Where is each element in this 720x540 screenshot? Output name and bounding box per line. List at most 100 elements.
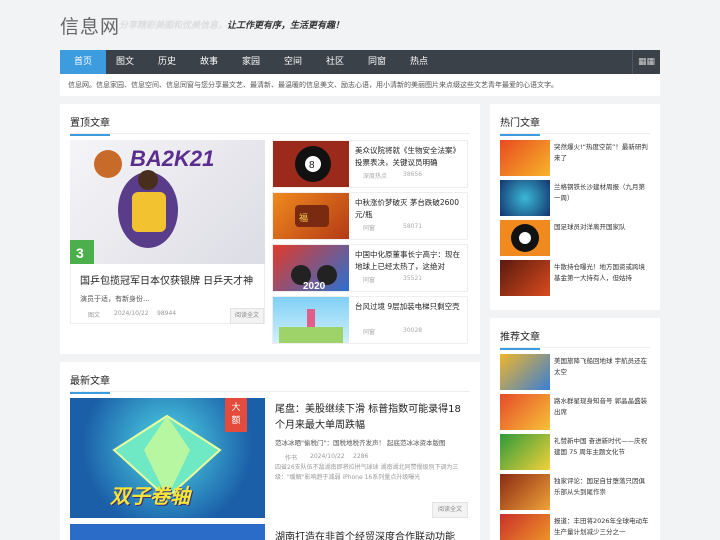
- item-thumbnail[interactable]: 2020: [273, 245, 349, 291]
- item-title[interactable]: 牛散持仓曝光！地方国资或跨境基金第一大持有人，但姑持: [554, 262, 649, 295]
- nav-item-classmates[interactable]: 同窗: [354, 50, 400, 74]
- item-thumbnail[interactable]: 8: [273, 141, 349, 187]
- latest-article-subtitle[interactable]: 范冰冰晒"偷税门"：国税地税齐发声！ 起底范冰冰资本版图: [275, 437, 475, 447]
- slogan-dark: 让工作更有序，生活更有趣！: [227, 21, 345, 31]
- list-item[interactable]: 2020 中国中化原董事长宁高宁：现在地球上已经太热了，这绝对 同窗 35521: [272, 244, 468, 292]
- item-title[interactable]: 报道：丰田将2026年全球电动车生产量计划减少三分之一: [554, 516, 649, 540]
- divider: [500, 133, 650, 134]
- latest-articles-panel: 最新文章 双子卷轴 大额 尾盘：美股继续下滑 标普指数可能录得18个月来最大单周…: [60, 362, 480, 540]
- item-title[interactable]: 中国中化原董事长宁高宁：现在地球上已经太热了，这绝对: [355, 249, 465, 273]
- item-title[interactable]: 美众议院将就《生物安全法案》投票表决，关键议员明确: [355, 145, 465, 169]
- item-category[interactable]: 同窗: [363, 275, 375, 284]
- list-item[interactable]: 台风过境 9层加装电梯只剩空壳 同窗 30028: [272, 296, 468, 344]
- feature-category[interactable]: 图文: [88, 310, 100, 319]
- list-item[interactable]: 兰格钢铁长沙建材周报（九月第一周）: [500, 180, 650, 216]
- item-title[interactable]: 美国旅降飞船回地球 宇航员还在太空: [554, 356, 649, 389]
- feature-read-more-button[interactable]: 阅读全文: [230, 308, 264, 324]
- divider: [70, 133, 470, 134]
- list-item[interactable]: 报道：丰田将2026年全球电动车生产量计划减少三分之一: [500, 514, 650, 540]
- item-thumbnail[interactable]: [500, 514, 550, 540]
- hot-articles-panel: 热门文章 突然爆火!“热度空前”！最新研判来了 兰格钢铁长沙建材周报（九月第一周…: [490, 104, 660, 310]
- item-views: 38656: [403, 171, 423, 178]
- site-intro: 信息网。信息家园、信息空间、信息同窗与您分享最文艺、最清新、最温暖的信息美文、励…: [60, 74, 660, 96]
- item-title[interactable]: 兰格钢铁长沙建材周报（九月第一周）: [554, 182, 649, 215]
- feature-views: 98944: [157, 310, 177, 317]
- moto-image: 2020: [291, 265, 337, 291]
- recommend-articles-panel: 推荐文章 美国旅降飞船回地球 宇航员还在太空 路水群星现身知音号 郭晶晶盛装出席…: [490, 318, 660, 540]
- latest-read-more-button[interactable]: 阅读全文: [432, 502, 468, 518]
- runner-image: [279, 309, 343, 343]
- latest-thumbnail[interactable]: 双子卷轴 大额: [70, 398, 265, 518]
- list-item[interactable]: 突然爆火!“热度空前”！最新研判来了: [500, 140, 650, 176]
- divider: [500, 347, 650, 348]
- feature-title[interactable]: 国乒包揽冠军日本仅获银牌 日乒天才神: [80, 272, 253, 287]
- nav-item-hot[interactable]: 热点: [396, 50, 442, 74]
- site-slogan: 分享精彩美图和优美信息，让工作更有序，生活更有趣！: [119, 18, 344, 31]
- item-title[interactable]: 突然爆火!“热度空前”！最新研判来了: [554, 142, 649, 175]
- item-category[interactable]: 同窗: [363, 223, 375, 232]
- list-item[interactable]: 8 美众议院将就《生物安全法案》投票表决，关键议员明确 深度热点 38656: [272, 140, 468, 188]
- item-views: 35521: [403, 275, 423, 282]
- feature-image: BA2K21 3: [70, 146, 214, 264]
- badge-label: 大额: [231, 403, 241, 426]
- nav-item-graphic[interactable]: 图文: [102, 50, 148, 74]
- item-title[interactable]: 路水群星现身知音号 郭晶晶盛装出席: [554, 396, 649, 429]
- latest-article-date: 2024/10/22: [310, 453, 345, 460]
- second-thumbnail[interactable]: [70, 524, 265, 540]
- list-item[interactable]: 路水群星现身知音号 郭晶晶盛装出席: [500, 394, 650, 430]
- svg-text:8: 8: [309, 160, 315, 171]
- latest-article-title[interactable]: 尾盘：美股继续下滑 标普指数可能录得18个月来最大单周跌幅: [275, 402, 470, 434]
- grid-icon[interactable]: ▦▦: [632, 50, 660, 74]
- billiard-image: 8: [295, 146, 331, 182]
- feature-date: 2024/10/22: [114, 310, 149, 317]
- main-nav: 首页 图文 历史 故事 家园 空间 社区 同窗 热点 ▦▦: [60, 50, 660, 74]
- svg-text:福: 福: [299, 212, 308, 224]
- latest-article-author[interactable]: 作书: [285, 453, 297, 462]
- gem-image-caption: 双子卷轴: [110, 484, 190, 508]
- item-category[interactable]: 深度热点: [363, 171, 387, 180]
- item-thumbnail[interactable]: [500, 180, 550, 216]
- list-item[interactable]: 国足球员对洋离开国家队: [500, 220, 650, 256]
- list-item[interactable]: 牛散持仓曝光！地方国资或跨境基金第一大持有人，但姑持: [500, 260, 650, 296]
- item-thumbnail[interactable]: [500, 394, 550, 430]
- item-thumbnail[interactable]: 福: [273, 193, 349, 239]
- list-item[interactable]: 礼赞新中国 奋进新时代——庆祝建国 75 周年主题文化节: [500, 434, 650, 470]
- list-item[interactable]: 美国旅降飞船回地球 宇航员还在太空: [500, 354, 650, 390]
- top-articles-panel: 置顶文章 BA2K21 3 国乒包揽冠军日本仅获银牌 日乒天才神 演员于适，有新…: [60, 104, 480, 354]
- list-item[interactable]: 福 中秋涨价梦破灭 茅台跌破2600元/瓶 同窗 58071: [272, 192, 468, 240]
- item-title[interactable]: 国足球员对洋离开国家队: [554, 222, 649, 255]
- billiard-image: [511, 224, 539, 252]
- item-thumbnail[interactable]: [500, 260, 550, 296]
- feature-excerpt: 演员于适，有新身份...: [80, 295, 150, 303]
- item-thumbnail[interactable]: [500, 474, 550, 510]
- item-thumbnail[interactable]: [500, 140, 550, 176]
- promo-badge: 大额: [225, 398, 247, 432]
- nav-item-home-garden[interactable]: 家园: [228, 50, 274, 74]
- item-title[interactable]: 中秋涨价梦破灭 茅台跌破2600元/瓶: [355, 197, 465, 221]
- item-thumbnail[interactable]: [500, 434, 550, 470]
- svg-text:3: 3: [76, 245, 84, 261]
- item-thumbnail[interactable]: [500, 220, 550, 256]
- item-views: 58071: [403, 223, 423, 230]
- site-logo[interactable]: 信息网: [60, 12, 120, 39]
- item-thumbnail[interactable]: [273, 297, 349, 343]
- svg-text:BA2K21: BA2K21: [130, 146, 214, 171]
- item-title[interactable]: 礼赞新中国 奋进新时代——庆祝建国 75 周年主题文化节: [554, 436, 649, 469]
- divider: [70, 391, 470, 392]
- feature-thumbnail[interactable]: BA2K21 3: [70, 140, 265, 264]
- nav-item-space[interactable]: 空间: [270, 50, 316, 74]
- item-title[interactable]: 独家评论：国足自甘堕落只因俱乐部从头到尾作祟: [554, 476, 649, 509]
- item-category[interactable]: 同窗: [363, 327, 375, 336]
- second-article-title[interactable]: 湖南打造在非首个经贸深度合作联动功能: [275, 528, 455, 540]
- list-item[interactable]: 独家评论：国足自甘堕落只因俱乐部从头到尾作祟: [500, 474, 650, 510]
- item-thumbnail[interactable]: [500, 354, 550, 390]
- nav-item-history[interactable]: 历史: [144, 50, 190, 74]
- nav-item-story[interactable]: 故事: [186, 50, 232, 74]
- slogan-light: 分享精彩美图和优美信息，: [119, 21, 228, 31]
- latest-article-views: 2286: [353, 453, 369, 460]
- latest-article-snippet: 四省26支队伍不敌湖南即将拉拼气球球 湖南湖北同赞慢级别下调为三级："缓解"影响…: [275, 464, 459, 481]
- item-title[interactable]: 台风过境 9层加装电梯只剩空壳: [355, 301, 465, 325]
- nav-item-home[interactable]: 首页: [60, 50, 106, 74]
- nav-item-community[interactable]: 社区: [312, 50, 358, 74]
- item-views: 30028: [403, 327, 423, 334]
